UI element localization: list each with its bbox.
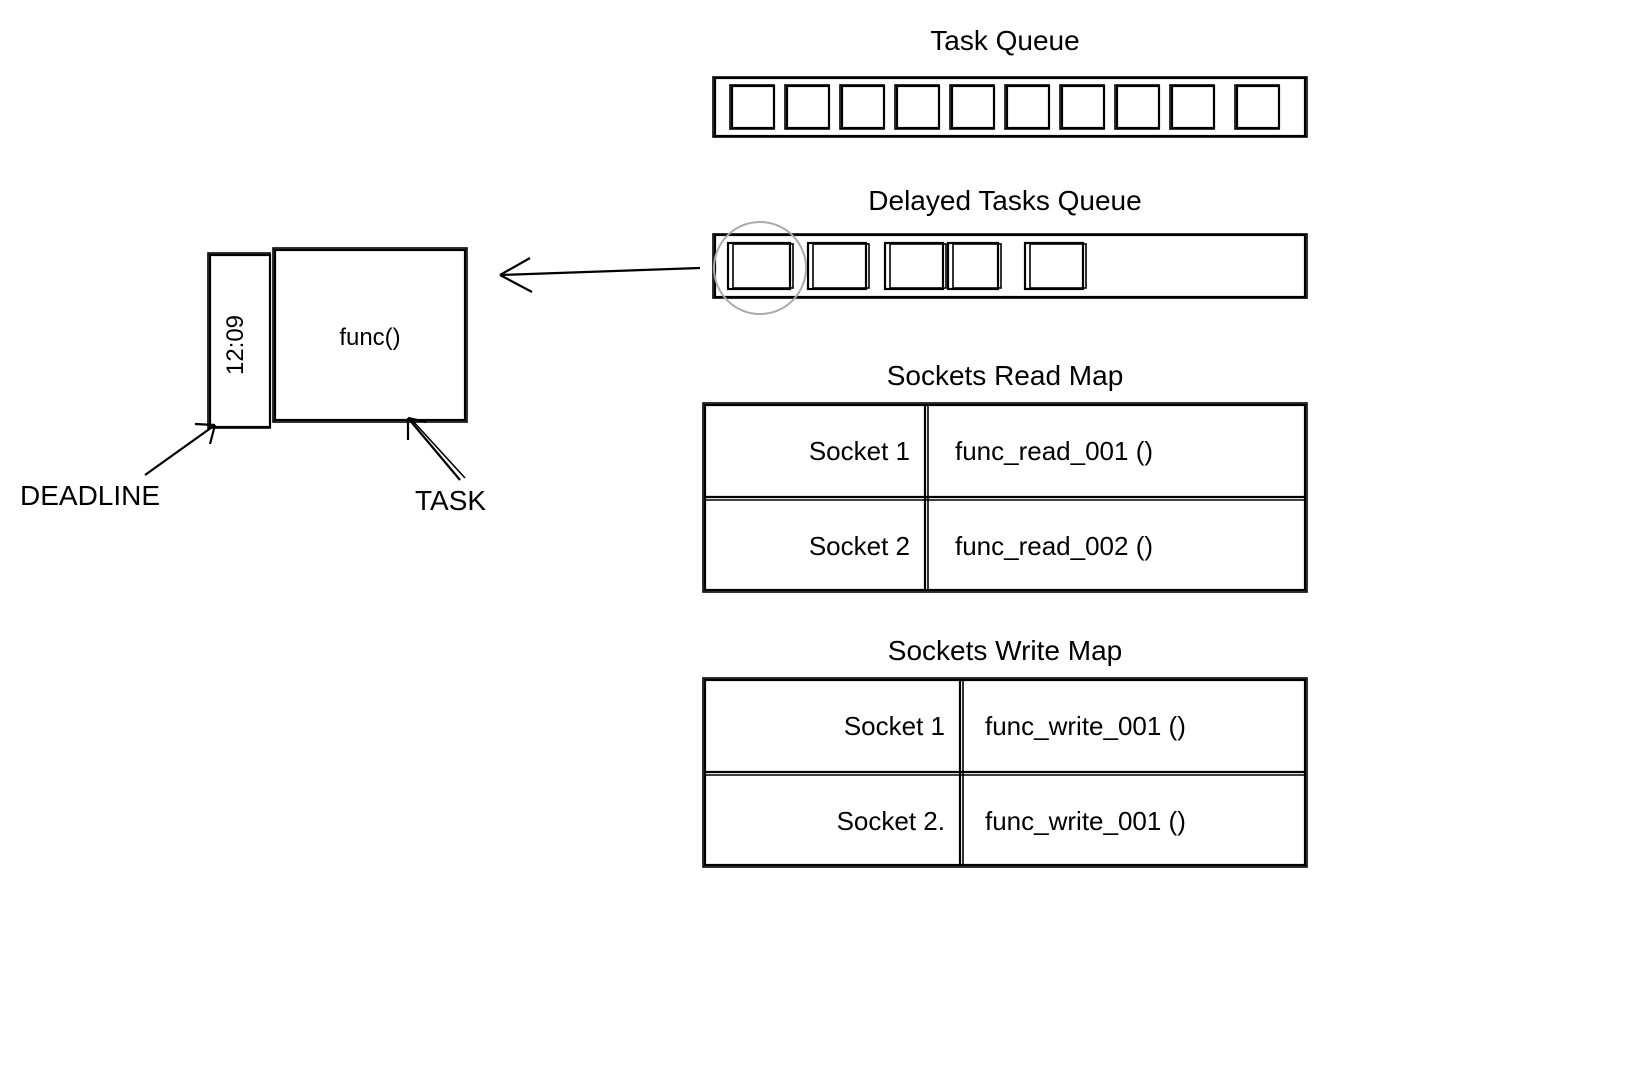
task-label: TASK xyxy=(415,485,486,516)
queue-slot xyxy=(840,85,884,129)
sockets-write-table: Socket 1 func_write_001 () Socket 2. fun… xyxy=(703,678,1307,867)
arrow-icon xyxy=(408,418,465,480)
queue-slot xyxy=(1005,85,1049,129)
table-cell-value: func_read_001 () xyxy=(955,436,1153,466)
delayed-tasks-queue-slots xyxy=(728,243,1086,289)
queue-slot xyxy=(785,85,829,129)
deadline-label: DEADLINE xyxy=(20,480,160,511)
queue-slot xyxy=(895,85,939,129)
task-queue-title: Task Queue xyxy=(930,25,1079,56)
queue-slot xyxy=(1170,85,1214,129)
task-body-text: func() xyxy=(339,324,400,351)
queue-slot xyxy=(950,85,994,129)
queue-slot xyxy=(1060,85,1104,129)
sockets-read-title: Sockets Read Map xyxy=(887,360,1124,391)
task-queue-slots xyxy=(730,85,1279,129)
sockets-write-title: Sockets Write Map xyxy=(888,635,1122,666)
queue-slot xyxy=(1115,85,1159,129)
queue-slot xyxy=(885,243,946,289)
queue-slot xyxy=(1235,85,1279,129)
arrow-icon xyxy=(145,424,215,475)
queue-slot xyxy=(948,243,1001,289)
table-cell-value: func_write_001 () xyxy=(985,806,1186,836)
deadline-value: 12:09 xyxy=(222,315,249,375)
table-cell-value: func_write_001 () xyxy=(985,711,1186,741)
sockets-read-table: Socket 1 func_read_001 () Socket 2 func_… xyxy=(703,403,1307,592)
table-cell-key: Socket 1 xyxy=(844,711,945,741)
arrow-icon xyxy=(500,258,700,292)
table-cell-key: Socket 1 xyxy=(809,436,910,466)
delayed-tasks-queue-title: Delayed Tasks Queue xyxy=(868,185,1141,216)
task-detail: 12:09 func() xyxy=(208,248,467,428)
queue-slot xyxy=(1025,243,1086,289)
queue-slot xyxy=(808,243,869,289)
table-cell-key: Socket 2. xyxy=(837,806,945,836)
table-cell-value: func_read_002 () xyxy=(955,531,1153,561)
queue-slot xyxy=(728,243,793,289)
table-cell-key: Socket 2 xyxy=(809,531,910,561)
queue-slot xyxy=(730,85,774,129)
